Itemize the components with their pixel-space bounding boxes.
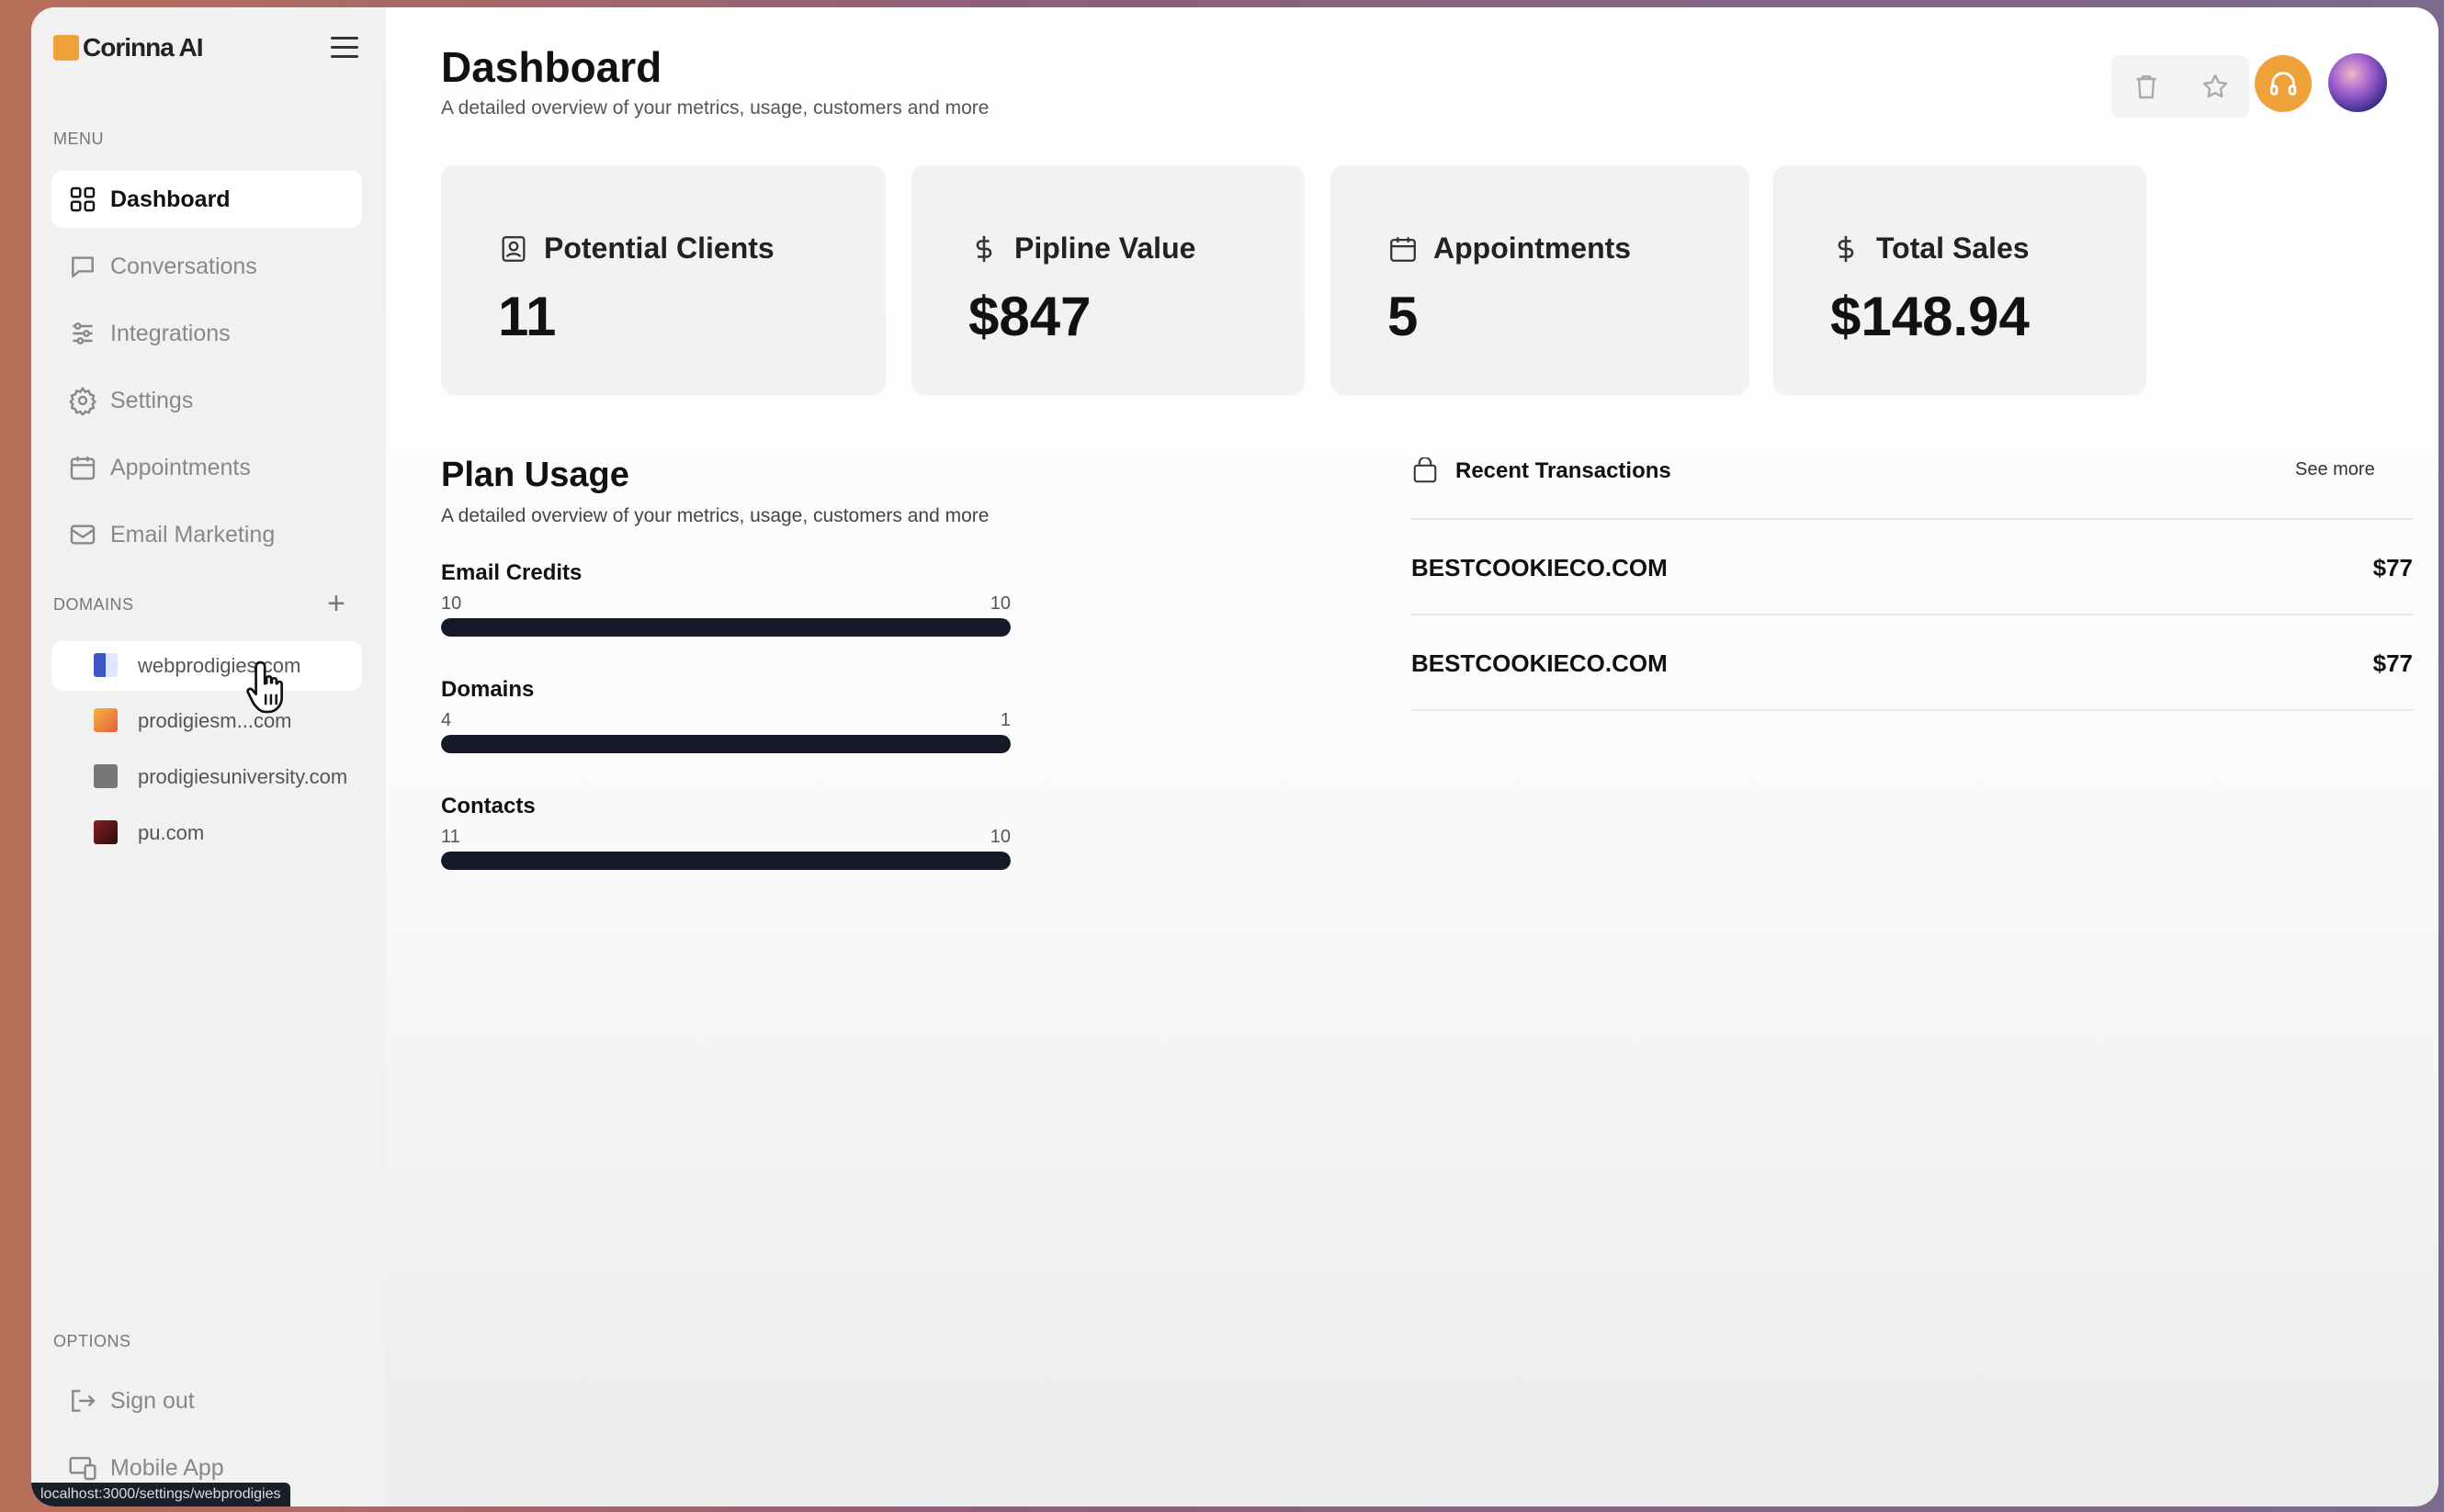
sidebar-item-label: Integrations [110,320,231,346]
see-more-link[interactable]: See more [2295,459,2375,480]
domain-label: prodigiesuniversity.com [138,765,348,788]
logo[interactable]: Corinna AI [53,33,204,62]
hand-cursor-icon [246,660,284,714]
menu-section-label: MENU [53,130,104,148]
devices-icon [69,1457,96,1481]
calendar-icon [1390,236,1416,262]
transaction-name: BESTCOOKIECO.COM [1411,649,1668,677]
app-name: Corinna AI [83,33,204,62]
usage-limit: 1 [1000,710,1011,730]
stat-card-pipeline-value: Pipline Value $847 [911,165,1305,395]
card-value: 11 [498,286,557,347]
transactions-divider [1411,709,2413,711]
sidebar-item-email-marketing[interactable]: Email Marketing [51,506,362,563]
usage-progress-bar [441,735,1011,753]
options-section-label: OPTIONS [53,1332,131,1350]
transaction-row[interactable]: BESTCOOKIECO.COM $77 [1411,518,2413,615]
domain-item-webprodigies[interactable]: webprodigies.com [51,641,362,691]
dashboard-grid-icon [70,186,96,212]
mail-icon [70,525,96,545]
domain-label: pu.com [138,821,205,844]
sidebar: Corinna AI MENU Dashboard Conversations … [31,7,386,1506]
chat-bubble-icon [72,256,94,277]
sidebar-item-label: Conversations [110,253,257,279]
stat-card-total-sales: Total Sales $148.94 [1773,165,2146,395]
topbar-actions [2111,55,2249,118]
sidebar-item-label: Settings [110,387,194,413]
person-badge-icon [502,235,526,262]
domain-favicon-icon [94,764,118,788]
sidebar-item-settings[interactable]: Settings [51,372,362,429]
usage-current: 10 [441,593,462,614]
usage-domains: Domains 4 1 [441,677,1011,753]
plan-usage-title: Plan Usage [441,456,629,494]
app-window: Corinna AI MENU Dashboard Conversations … [31,7,2438,1506]
card-value: 5 [1387,286,1419,347]
transaction-amount: $77 [2372,649,2413,677]
usage-contacts: Contacts 11 10 [441,794,1011,870]
recent-transactions-header: Recent Transactions [1411,457,1671,485]
transaction-name: BESTCOOKIECO.COM [1411,553,1668,581]
sign-out-icon [72,1390,96,1412]
sidebar-item-label: Email Marketing [110,521,276,547]
card-label: Total Sales [1876,231,2030,265]
transaction-row[interactable]: BESTCOOKIECO.COM $77 [1411,614,2413,711]
card-label: Pipline Value [1014,231,1196,265]
usage-limit: 10 [990,827,1011,847]
usage-email-credits: Email Credits 10 10 [441,560,1011,637]
hamburger-menu-icon[interactable] [331,37,358,59]
domain-favicon-icon [94,708,118,732]
usage-progress-bar [441,852,1011,870]
stat-card-potential-clients: Potential Clients 11 [441,165,886,395]
domain-item-pu[interactable]: pu.com [51,808,362,858]
usage-label: Contacts [441,794,536,818]
sidebar-item-label: Appointments [110,454,251,480]
star-icon[interactable] [2201,72,2230,101]
usage-current: 4 [441,710,452,730]
logo-mark-icon [53,35,79,61]
dollar-icon [1838,235,1854,262]
sidebar-item-appointments[interactable]: Appointments [51,439,362,496]
page-subtitle: A detailed overview of your metrics, usa… [441,97,990,118]
status-bar-url: localhost:3000/settings/webprodigies [31,1483,290,1506]
domain-favicon-icon [94,820,118,844]
dollar-icon [976,235,992,262]
sidebar-item-dashboard[interactable]: Dashboard [51,171,362,228]
sidebar-item-label: Dashboard [110,186,231,212]
sidebar-item-conversations[interactable]: Conversations [51,238,362,295]
plan-usage-subtitle: A detailed overview of your metrics, usa… [441,505,990,526]
stat-card-appointments: Appointments 5 [1330,165,1749,395]
card-label: Potential Clients [544,231,775,265]
add-domain-plus-icon[interactable]: + [327,588,345,619]
sign-out-button[interactable]: Sign out [51,1372,362,1429]
usage-label: Domains [441,677,535,702]
usage-current: 11 [441,827,460,847]
domain-item-prodigiesm[interactable]: prodigiesm...com [51,696,362,746]
usage-limit: 10 [990,593,1011,614]
wallet-icon [1413,457,1437,483]
usage-label: Email Credits [441,560,583,585]
domains-section-label: DOMAINS [53,595,134,614]
card-value: $847 [968,286,1092,347]
domain-favicon-icon [94,653,118,677]
card-label: Appointments [1433,231,1632,265]
recent-transactions-title: Recent Transactions [1455,458,1671,483]
calendar-icon [70,457,96,480]
avatar[interactable] [2328,53,2387,112]
sidebar-item-integrations[interactable]: Integrations [51,305,362,362]
sidebar-item-label: Mobile App [110,1454,224,1481]
gear-icon [69,387,96,415]
sliders-icon [73,322,93,344]
headphones-icon [2269,72,2297,96]
transaction-amount: $77 [2372,553,2413,581]
page-title: Dashboard [441,43,662,91]
support-button[interactable] [2255,55,2312,112]
domain-item-prodigiesuniversity[interactable]: prodigiesuniversity.com [51,752,362,802]
card-value: $148.94 [1830,286,2030,347]
usage-progress-bar [441,618,1011,637]
trash-icon[interactable] [2132,72,2161,101]
sidebar-item-label: Sign out [110,1387,195,1414]
